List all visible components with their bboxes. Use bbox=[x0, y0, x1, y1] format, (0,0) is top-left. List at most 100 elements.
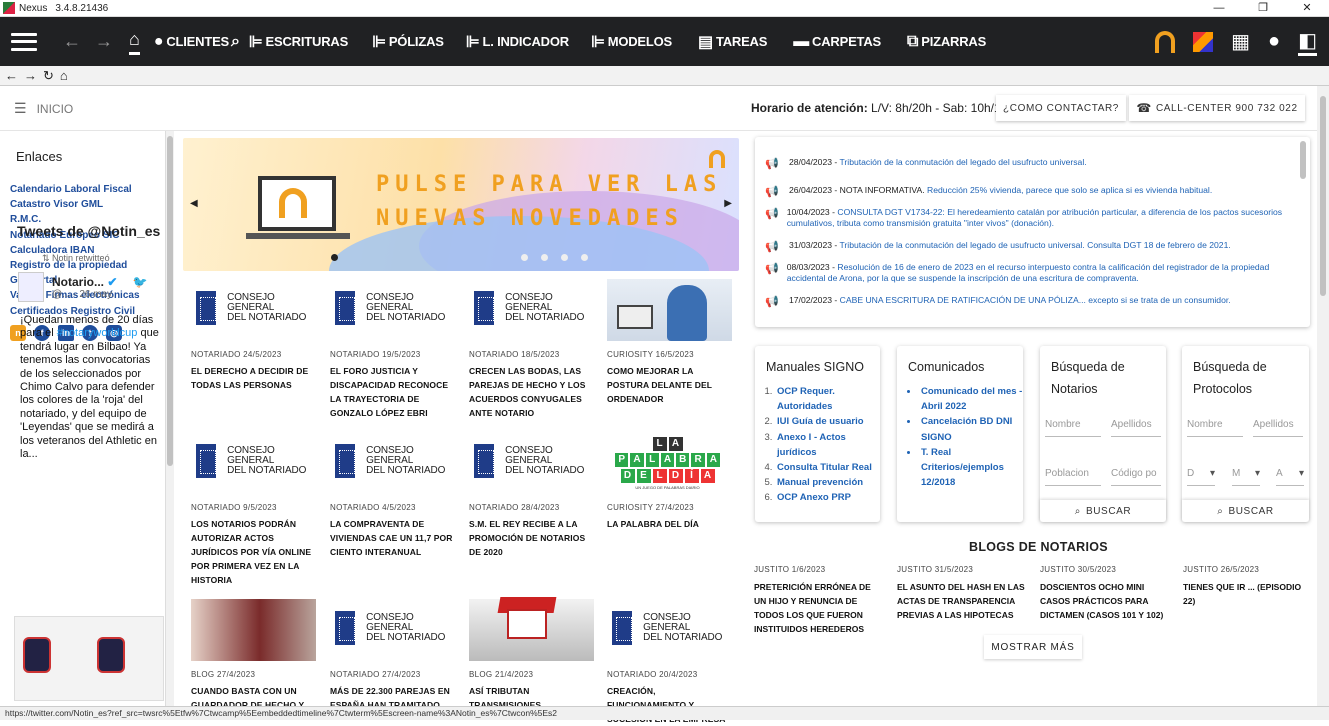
news-thumbnail[interactable] bbox=[469, 597, 594, 661]
manual-link[interactable]: OCP Requer. Autoridades bbox=[775, 384, 880, 414]
news-thumbnail[interactable] bbox=[607, 279, 732, 341]
announcement-item[interactable]: 📢 10/04/2023 - CONSULTA DGT V1734-22: El… bbox=[765, 207, 1285, 229]
blog-item[interactable]: JUSTITO 1/6/2023 PRETERICIÓN ERRÓNEA DE … bbox=[754, 565, 884, 636]
nav-tareas[interactable]: ▤ TAREAS bbox=[698, 32, 767, 52]
hashtag-link[interactable]: #notaryworldcup bbox=[57, 327, 138, 339]
blog-item[interactable]: JUSTITO 30/5/2023 DOSCIENTOS OCHO MINI C… bbox=[1040, 565, 1170, 622]
news-thumbnail[interactable]: CONSEJO GENERAL DEL NOTARIADO bbox=[469, 432, 594, 494]
news-item[interactable]: BLOG 27/4/2023 CUANDO BASTA CON UN GUARD… bbox=[191, 599, 316, 712]
news-item[interactable]: L A P A L A B R A D E L D Í A UN JUEGO DE PALABRAS DIAR… bbox=[607, 432, 732, 531]
news-thumbnail[interactable]: CONSEJO GENERAL DEL NOTARIADO bbox=[330, 279, 455, 341]
news-title[interactable]: COMO MEJORAR LA POSTURA DELANTE DEL ORDE… bbox=[607, 364, 732, 406]
search-icon[interactable]: ⌕ bbox=[231, 33, 240, 51]
blog-title[interactable]: TIENES QUE IR ... (EPISODIO 22) bbox=[1183, 580, 1313, 608]
announcement-link[interactable]: Resolución de 16 de enero de 2023 en el … bbox=[787, 262, 1270, 283]
announcement-link[interactable]: Reducción 25% vivienda, parece que solo … bbox=[927, 185, 1212, 195]
nav-polizas[interactable]: ⊫ PÓLIZAS bbox=[372, 32, 444, 52]
browser-forward-icon[interactable]: → bbox=[24, 68, 37, 83]
news-item[interactable]: CONSEJO GENERAL DEL NOTARIADO NOTARIADO 9… bbox=[191, 432, 316, 587]
day-select[interactable]: D bbox=[1187, 468, 1215, 486]
announcement-link[interactable]: Tributación de la conmutación del legado… bbox=[840, 157, 1087, 167]
news-item[interactable]: CONSEJO GENERAL DEL NOTARIADO NOTARIADO 1… bbox=[469, 279, 594, 420]
blog-item[interactable]: JUSTITO 31/5/2023 EL ASUNTO DEL HASH EN … bbox=[897, 565, 1027, 622]
announcement-item[interactable]: 📢 31/03/2023 - Tributación de la conmuta… bbox=[765, 240, 1285, 253]
codigo-postal-field[interactable]: Código po bbox=[1111, 468, 1161, 486]
news-title[interactable]: LOS NOTARIOS PODRÁN AUTORIZAR ACTOS JURÍ… bbox=[191, 517, 316, 587]
panel-toggle-icon[interactable]: ◧ bbox=[1298, 28, 1317, 56]
apellidos-field[interactable]: Apellidos bbox=[1253, 419, 1303, 437]
minimize-button[interactable]: — bbox=[1197, 0, 1241, 16]
news-title[interactable]: LA PALABRA DEL DÍA bbox=[607, 517, 732, 531]
manual-link[interactable]: OCP Anexo PRP bbox=[775, 490, 880, 505]
announcement-item[interactable]: 📢 17/02/2023 - CABE UNA ESCRITURA DE RAT… bbox=[765, 295, 1285, 308]
notin-logo-icon[interactable] bbox=[1155, 30, 1176, 53]
year-select[interactable]: A bbox=[1276, 468, 1304, 486]
nav-carpetas[interactable]: ▬ CARPETAS bbox=[793, 33, 881, 51]
tweet-text[interactable]: ¡Quedan menos de 20 días para el #notary… bbox=[20, 314, 162, 461]
nombre-field[interactable]: Nombre bbox=[1045, 419, 1101, 437]
link-calendario[interactable]: Calendario Laboral Fiscal bbox=[10, 182, 165, 197]
announcement-link[interactable]: CABE UNA ESCRITURA DE RATIFICACIÓN DE UN… bbox=[840, 295, 1231, 305]
manual-link[interactable]: Manual prevención bbox=[775, 475, 880, 490]
blog-title[interactable]: EL ASUNTO DEL HASH EN LAS ACTAS DE TRANS… bbox=[897, 580, 1027, 622]
carousel-dot[interactable] bbox=[561, 254, 568, 261]
news-item[interactable]: CONSEJO GENERAL DEL NOTARIADO NOTARIADO 2… bbox=[469, 432, 594, 559]
news-title[interactable]: S.M. EL REY RECIBE A LA PROMOCIÓN DE NOT… bbox=[469, 517, 594, 559]
user-icon[interactable]: ● bbox=[1268, 30, 1280, 53]
close-button[interactable]: ✕ bbox=[1285, 0, 1329, 16]
news-thumbnail[interactable]: CONSEJO GENERAL DEL NOTARIADO bbox=[469, 279, 594, 341]
forward-arrow-icon[interactable]: → bbox=[95, 31, 113, 52]
apellidos-field[interactable]: Apellidos bbox=[1111, 419, 1161, 437]
menu-icon[interactable] bbox=[11, 32, 37, 51]
news-item[interactable]: CURIOSITY 16/5/2023 COMO MEJORAR LA POST… bbox=[607, 279, 732, 406]
buscar-notarios-button[interactable]: ⌕ BUSCAR bbox=[1040, 500, 1166, 522]
news-thumbnail[interactable] bbox=[191, 599, 316, 661]
news-thumbnail[interactable]: CONSEJO GENERAL DEL NOTARIADO bbox=[191, 432, 316, 494]
nav-escrituras[interactable]: ⊫ ESCRITURAS bbox=[249, 32, 348, 52]
news-thumbnail[interactable]: CONSEJO GENERAL DEL NOTARIADO bbox=[330, 599, 455, 661]
nombre-field[interactable]: Nombre bbox=[1187, 419, 1243, 437]
callcenter-button[interactable]: ☎ CALL-CENTER 900 732 022 bbox=[1129, 95, 1305, 121]
show-more-button[interactable]: MOSTRAR MÁS bbox=[984, 635, 1082, 659]
restore-button[interactable]: ❐ bbox=[1241, 0, 1285, 16]
news-item[interactable]: BLOG 21/4/2023 ASÍ TRIBUTAN TRANSMISIONE… bbox=[469, 597, 594, 712]
nav-pizarras[interactable]: ⧉ PIZARRAS bbox=[907, 33, 986, 51]
announcement-link[interactable]: CONSULTA DGT V1734-22: El heredeamiento … bbox=[787, 207, 1282, 228]
sidebar-menu-icon[interactable]: ☰ bbox=[14, 100, 27, 117]
blog-title[interactable]: PRETERICIÓN ERRÓNEA DE UN HIJO Y RENUNCI… bbox=[754, 580, 884, 636]
page-scrollbar[interactable] bbox=[1317, 86, 1329, 706]
contact-button[interactable]: ¿COMO CONTACTAR? bbox=[996, 95, 1126, 121]
news-item[interactable]: CONSEJO GENERAL DEL NOTARIADO NOTARIADO 2… bbox=[330, 599, 455, 712]
comunicado-link[interactable]: Cancelación BD DNI SIGNO bbox=[919, 414, 1023, 444]
link-catastro[interactable]: Catastro Visor GML bbox=[10, 197, 165, 212]
news-title[interactable]: EL FORO JUSTICIA Y DISCAPACIDAD RECONOCE… bbox=[330, 364, 455, 420]
nav-clientes[interactable]: ● CLIENTES ⌕ bbox=[154, 33, 243, 51]
announcement-link[interactable]: Tributación de la conmutación del legado… bbox=[840, 240, 1231, 250]
news-title[interactable]: CRECEN LAS BODAS, LAS PAREJAS DE HECHO Y… bbox=[469, 364, 594, 420]
news-thumbnail[interactable]: CONSEJO GENERAL DEL NOTARIADO bbox=[191, 279, 316, 341]
news-title[interactable]: LA COMPRAVENTA DE VIVIENDAS CAE UN 11,7 … bbox=[330, 517, 455, 559]
reload-icon[interactable]: ↻ bbox=[43, 68, 54, 84]
carousel-prev-icon[interactable]: ◀ bbox=[190, 198, 198, 209]
manual-link[interactable]: Consulta Titular Real bbox=[775, 460, 880, 475]
tweet-username[interactable]: Notario... bbox=[52, 275, 104, 289]
carousel-dot[interactable] bbox=[331, 254, 338, 261]
carousel-dot[interactable] bbox=[581, 254, 588, 261]
news-item[interactable]: CONSEJO GENERAL DEL NOTARIADO NOTARIADO 4… bbox=[330, 432, 455, 559]
cube-app-icon[interactable] bbox=[1193, 31, 1214, 52]
news-item[interactable]: CONSEJO GENERAL DEL NOTARIADO NOTARIADO 1… bbox=[330, 279, 455, 420]
carousel-dot[interactable] bbox=[521, 254, 528, 261]
browser-home-icon[interactable]: ⌂ bbox=[60, 68, 68, 83]
blog-title[interactable]: DOSCIENTOS OCHO MINI CASOS PRÁCTICOS PAR… bbox=[1040, 580, 1170, 622]
announcement-item[interactable]: 📢 08/03/2023 - Resolución de 16 de enero… bbox=[765, 262, 1285, 284]
news-thumbnail[interactable]: CONSEJO GENERAL DEL NOTARIADO bbox=[330, 432, 455, 494]
tweet-image[interactable] bbox=[14, 616, 164, 701]
nav-modelos[interactable]: ⊫ MODELOS bbox=[591, 32, 672, 52]
comunicado-link[interactable]: T. Real Criterios/ejemplos 12/2018 bbox=[919, 445, 1023, 491]
news-banner[interactable]: PULSE PARA VER LAS NUEVAS NOVEDADES ◀ ▶ bbox=[183, 138, 739, 271]
buscar-protocolos-button[interactable]: ⌕ BUSCAR bbox=[1182, 500, 1309, 522]
poblacion-field[interactable]: Poblacion bbox=[1045, 468, 1101, 486]
announcements-scrollbar[interactable] bbox=[1300, 141, 1306, 179]
carousel-next-icon[interactable]: ▶ bbox=[724, 198, 732, 209]
twitter-bird-icon[interactable]: 🐦 bbox=[133, 275, 148, 289]
